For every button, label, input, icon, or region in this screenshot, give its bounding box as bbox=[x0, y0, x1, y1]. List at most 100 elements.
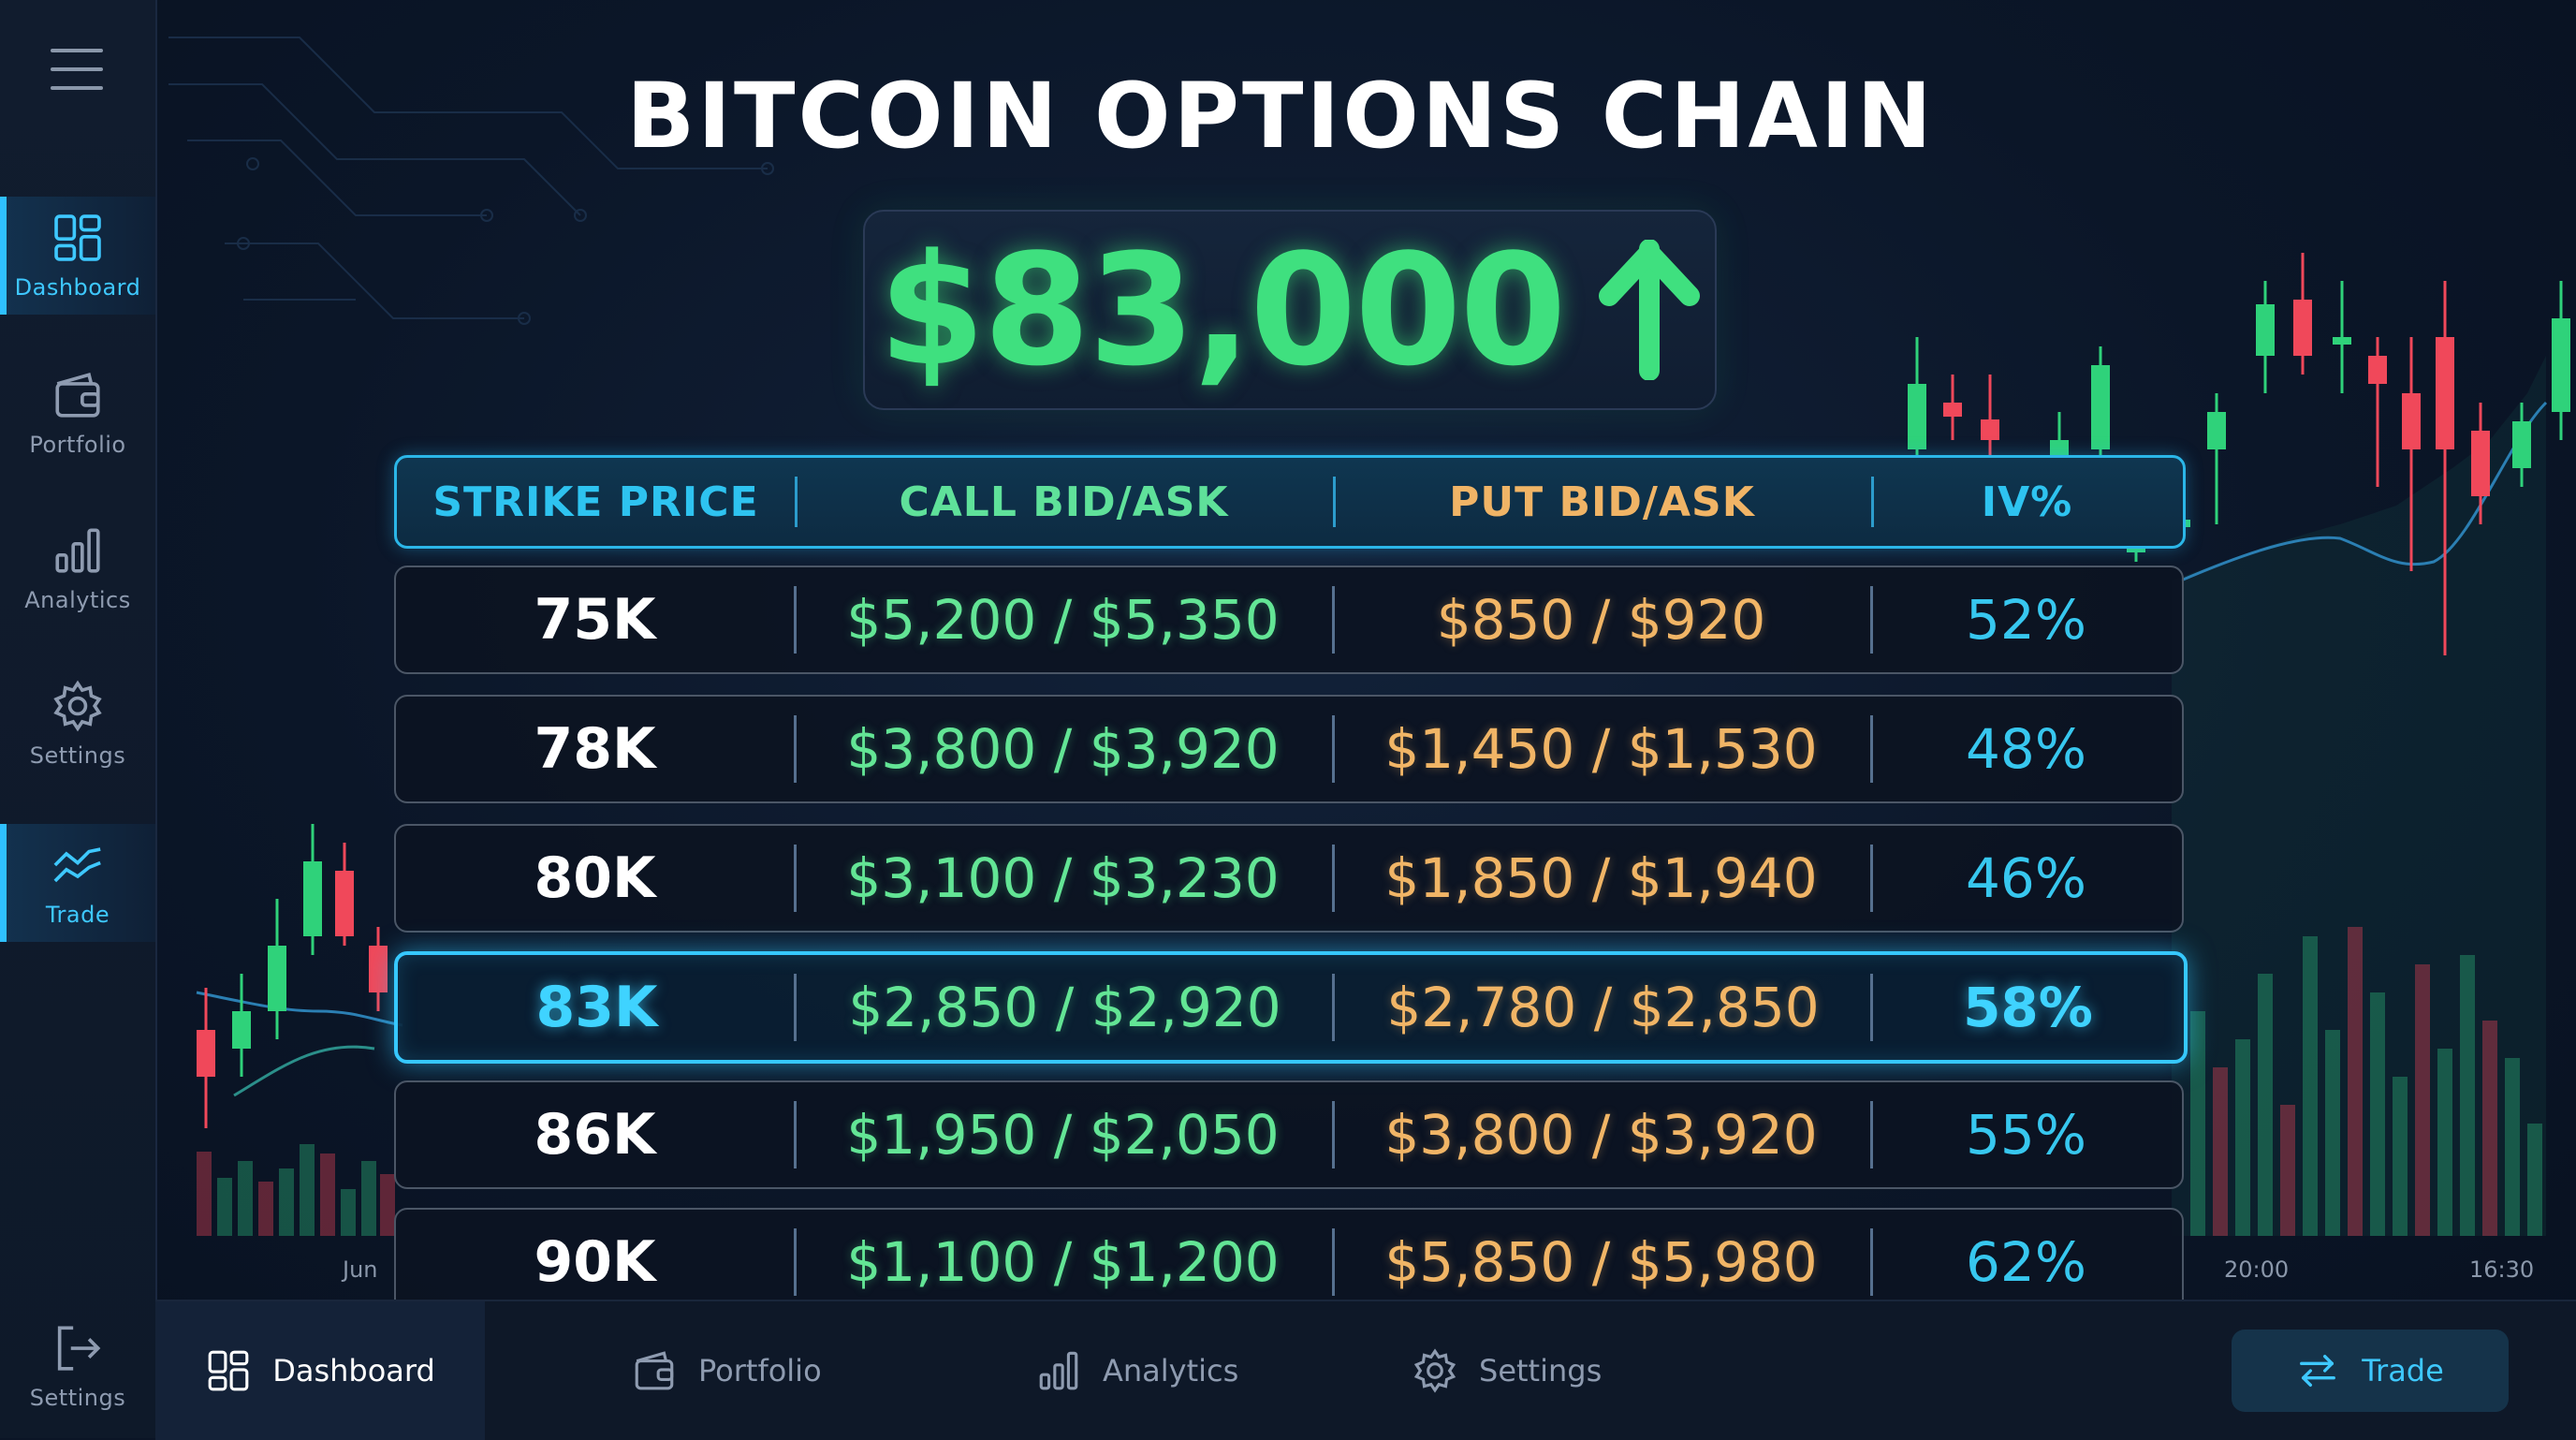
bottom-nav-label: Portfolio bbox=[698, 1353, 822, 1389]
volume-bar bbox=[2370, 992, 2385, 1236]
volume-bar bbox=[2325, 1030, 2340, 1236]
volume-bar bbox=[2258, 974, 2273, 1236]
sidebar-item-settings[interactable]: Settings bbox=[0, 665, 155, 783]
candle-body bbox=[1943, 403, 1962, 417]
bottom-nav-dashboard[interactable]: Dashboard bbox=[155, 1301, 485, 1440]
gear-icon bbox=[53, 680, 102, 732]
strike-cell: 80K bbox=[534, 845, 656, 911]
volume-bar bbox=[361, 1161, 376, 1236]
candle-body bbox=[2256, 304, 2275, 356]
page-title: BITCOIN OPTIONS CHAIN bbox=[0, 64, 2576, 169]
logout-icon bbox=[57, 1326, 101, 1371]
candle-body bbox=[369, 946, 388, 992]
volume-bar bbox=[2415, 964, 2430, 1236]
candle-body bbox=[2293, 300, 2312, 356]
btc-price: $83,000 bbox=[878, 220, 1567, 400]
iv-cell: 58% bbox=[1963, 976, 2093, 1039]
put-bid-ask-cell: $3,800 / $3,920 bbox=[1384, 1103, 1818, 1167]
table-row[interactable]: 78K $3,800 / $3,920 $1,450 / $1,530 48% bbox=[394, 695, 2184, 803]
volume-bar bbox=[217, 1178, 232, 1236]
trend-icon bbox=[53, 847, 101, 883]
bottom-nav-label: Settings bbox=[1479, 1353, 1603, 1389]
candle-body bbox=[2091, 365, 2110, 449]
sidebar-item-label: Portfolio bbox=[29, 432, 126, 458]
candle-body bbox=[197, 1030, 215, 1077]
sidebar-item-label: Analytics bbox=[24, 587, 131, 613]
swap-icon bbox=[2300, 1354, 2336, 1388]
candle-body bbox=[2207, 412, 2226, 449]
sidebar-item-analytics[interactable]: Analytics bbox=[0, 509, 155, 627]
bottom-nav-label: Dashboard bbox=[272, 1353, 435, 1389]
trade-button-label: Trade bbox=[2362, 1353, 2444, 1389]
sidebar-item-label: Trade bbox=[45, 902, 110, 928]
trade-button[interactable]: Trade bbox=[2232, 1330, 2509, 1412]
candle-body bbox=[2333, 337, 2351, 345]
volume-bar bbox=[2460, 955, 2475, 1236]
volume-bar bbox=[2213, 1067, 2228, 1236]
candle-body bbox=[2436, 337, 2454, 449]
bottom-nav-label: Analytics bbox=[1103, 1353, 1239, 1389]
candle-body bbox=[2512, 421, 2531, 468]
volume-bar bbox=[2303, 936, 2318, 1236]
header-iv[interactable]: IV% bbox=[1871, 458, 2183, 546]
axis-label: 20:00 bbox=[2224, 1256, 2290, 1283]
volume-bar bbox=[2437, 1049, 2452, 1236]
bottom-nav-portfolio[interactable]: Portfolio bbox=[631, 1301, 822, 1440]
sidebar-item-trade[interactable]: Trade bbox=[0, 824, 155, 942]
table-row-highlighted[interactable]: 83K $2,850 / $2,920 $2,780 / $2,850 58% bbox=[394, 951, 2188, 1064]
sidebar-item-label: Settings bbox=[29, 1385, 126, 1411]
table-row[interactable]: 86K $1,950 / $2,050 $3,800 / $3,920 55% bbox=[394, 1080, 2184, 1189]
volume-bar bbox=[2393, 1077, 2408, 1236]
iv-cell: 48% bbox=[1966, 717, 2086, 781]
volume-bar bbox=[2482, 1021, 2497, 1236]
bar-chart-icon bbox=[1039, 1351, 1078, 1390]
call-bid-ask-cell: $3,800 / $3,920 bbox=[846, 717, 1280, 781]
volume-bar bbox=[2235, 1039, 2250, 1236]
sidebar-footer-settings[interactable]: Settings bbox=[0, 1307, 155, 1425]
header-put-bid-ask[interactable]: PUT BID/ASK bbox=[1333, 458, 1871, 546]
gear-icon bbox=[1413, 1348, 1456, 1393]
sidebar: Dashboard Portfolio Analytics Settings T… bbox=[0, 0, 157, 1438]
strike-cell: 78K bbox=[534, 716, 656, 782]
put-bid-ask-cell: $850 / $920 bbox=[1436, 588, 1766, 652]
sidebar-item-label: Settings bbox=[29, 742, 126, 769]
iv-cell: 55% bbox=[1966, 1103, 2086, 1167]
bar-chart-icon bbox=[55, 528, 100, 573]
volume-bar bbox=[258, 1182, 273, 1236]
volume-bar bbox=[2527, 1124, 2542, 1236]
header-call-bid-ask[interactable]: CALL BID/ASK bbox=[795, 458, 1333, 546]
candle-body bbox=[2471, 431, 2490, 496]
sidebar-item-dashboard[interactable]: Dashboard bbox=[0, 197, 155, 315]
table-row[interactable]: 80K $3,100 / $3,230 $1,850 / $1,940 46% bbox=[394, 824, 2184, 933]
sidebar-item-label: Dashboard bbox=[14, 274, 141, 301]
price-display: $83,000 bbox=[863, 210, 1717, 410]
axis-label: Jun bbox=[343, 1256, 378, 1283]
iv-cell: 52% bbox=[1966, 588, 2086, 652]
iv-cell: 46% bbox=[1966, 846, 2086, 910]
candle-body bbox=[335, 871, 354, 936]
volume-bar bbox=[2280, 1105, 2295, 1236]
candle-body bbox=[2552, 318, 2570, 412]
volume-bar bbox=[197, 1152, 212, 1236]
volume-bar bbox=[380, 1174, 395, 1236]
sidebar-item-portfolio[interactable]: Portfolio bbox=[0, 354, 155, 472]
bottom-nav: Dashboard Portfolio Analytics Settings bbox=[155, 1300, 2576, 1440]
call-bid-ask-cell: $2,850 / $2,920 bbox=[848, 976, 1281, 1039]
strike-cell: 83K bbox=[535, 975, 658, 1040]
dashboard-icon bbox=[54, 214, 101, 261]
volume-bar bbox=[279, 1168, 294, 1236]
volume-bar bbox=[2505, 1058, 2520, 1236]
candle-body bbox=[268, 946, 286, 1011]
table-row[interactable]: 75K $5,200 / $5,350 $850 / $920 52% bbox=[394, 566, 2184, 674]
wallet-icon bbox=[55, 372, 100, 418]
candle-body bbox=[1981, 419, 1999, 440]
candle-body bbox=[1908, 384, 1926, 449]
bottom-nav-analytics[interactable]: Analytics bbox=[1035, 1301, 1238, 1440]
header-strike-price[interactable]: STRIKE PRICE bbox=[397, 458, 795, 546]
axis-label: 16:30 bbox=[2469, 1256, 2535, 1283]
call-bid-ask-cell: $3,100 / $3,230 bbox=[846, 846, 1280, 910]
candle-body bbox=[303, 861, 322, 936]
put-bid-ask-cell: $2,780 / $2,850 bbox=[1386, 976, 1820, 1039]
bottom-nav-settings[interactable]: Settings bbox=[1412, 1301, 1602, 1440]
page-title-text: BITCOIN OPTIONS CHAIN bbox=[626, 64, 1935, 169]
